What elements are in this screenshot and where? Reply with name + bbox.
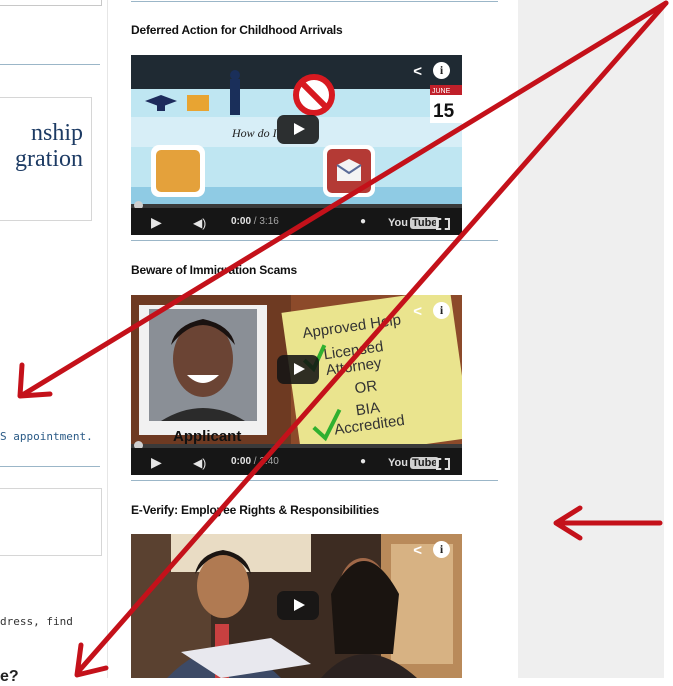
annotation-arrows <box>17 0 669 678</box>
arrow-to-appointment <box>21 0 669 397</box>
arrow-to-bottom-left <box>75 0 669 675</box>
